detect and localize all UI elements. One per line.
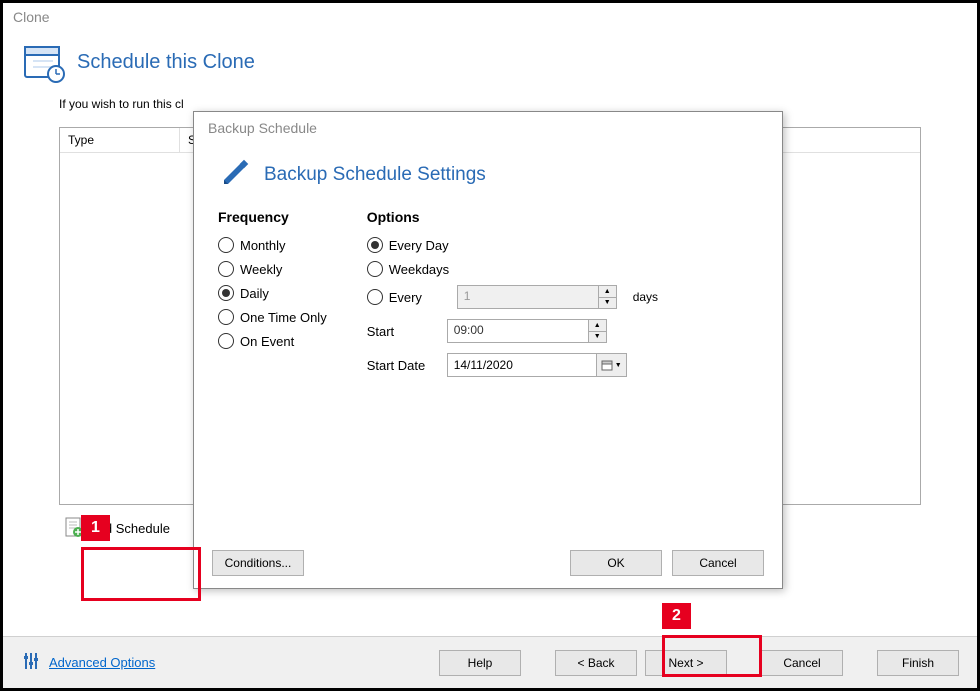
startdate-label: Start Date (367, 358, 437, 373)
radio-every-n[interactable]: Every (367, 289, 447, 305)
next-button[interactable]: Next > (645, 650, 727, 676)
finish-button[interactable]: Finish (877, 650, 959, 676)
radio-icon (367, 289, 383, 305)
radio-icon (218, 237, 234, 253)
callout-box-1 (81, 547, 201, 601)
spinner-down-icon[interactable]: ▼ (589, 332, 606, 343)
start-date-picker[interactable]: 14/11/2020 ▼ (447, 353, 627, 377)
every-n-suffix: days (633, 290, 658, 304)
page-title: Schedule this Clone (77, 51, 255, 74)
column-type[interactable]: Type (60, 128, 180, 152)
pencil-icon (218, 156, 252, 193)
dialog-title: Backup Schedule (194, 112, 782, 144)
frequency-column: Frequency Monthly Weekly Daily One Time … (218, 209, 327, 387)
window-title: Clone (3, 3, 977, 31)
dialog-header-title: Backup Schedule Settings (264, 164, 486, 186)
radio-icon (367, 261, 383, 277)
spinner-up-icon[interactable]: ▲ (589, 320, 606, 332)
radio-monthly[interactable]: Monthly (218, 237, 327, 253)
dialog-cancel-button[interactable]: Cancel (672, 550, 764, 576)
calendar-clock-icon (23, 41, 65, 83)
options-heading: Options (367, 209, 658, 225)
callout-badge-1: 1 (81, 515, 110, 541)
spinner-up-icon[interactable]: ▲ (599, 286, 616, 298)
help-button[interactable]: Help (439, 650, 521, 676)
conditions-button[interactable]: Conditions... (212, 550, 304, 576)
radio-icon (218, 309, 234, 325)
callout-badge-2: 2 (662, 603, 691, 629)
add-schedule-button[interactable]: Add Schedule (59, 513, 176, 544)
radio-icon (218, 261, 234, 277)
dialog-header: Backup Schedule Settings (194, 144, 782, 199)
radio-icon (218, 285, 234, 301)
backup-schedule-dialog: Backup Schedule Backup Schedule Settings… (193, 111, 783, 589)
every-n-spinner[interactable]: 1 ▲ ▼ (457, 285, 617, 309)
start-date-value: 14/11/2020 (448, 355, 596, 375)
radio-weekly[interactable]: Weekly (218, 261, 327, 277)
radio-daily[interactable]: Daily (218, 285, 327, 301)
radio-onevent[interactable]: On Event (218, 333, 327, 349)
spinner-down-icon[interactable]: ▼ (599, 298, 616, 309)
options-column: Options Every Day Weekdays Every 1 ▲ ▼ (367, 209, 658, 387)
frequency-heading: Frequency (218, 209, 327, 225)
radio-icon (367, 237, 383, 253)
bottom-bar: Advanced Options Help < Back Next > Canc… (3, 636, 977, 688)
radio-icon (218, 333, 234, 349)
start-time-value: 09:00 (448, 320, 588, 342)
page-header: Schedule this Clone (3, 31, 977, 91)
cancel-button[interactable]: Cancel (761, 650, 843, 676)
back-button[interactable]: < Back (555, 650, 637, 676)
start-label: Start (367, 324, 437, 339)
start-time-spinner[interactable]: 09:00 ▲ ▼ (447, 319, 607, 343)
every-n-value: 1 (458, 286, 598, 308)
advanced-options-label: Advanced Options (49, 655, 155, 670)
radio-onetime[interactable]: One Time Only (218, 309, 327, 325)
ok-button[interactable]: OK (570, 550, 662, 576)
advanced-options-link[interactable]: Advanced Options (21, 651, 155, 674)
dialog-footer: Conditions... OK Cancel (194, 538, 782, 588)
settings-body: Frequency Monthly Weekly Daily One Time … (194, 199, 782, 397)
sliders-icon (21, 651, 41, 674)
radio-weekdays[interactable]: Weekdays (367, 261, 658, 277)
calendar-dropdown-icon[interactable]: ▼ (596, 354, 626, 376)
radio-everyday[interactable]: Every Day (367, 237, 658, 253)
